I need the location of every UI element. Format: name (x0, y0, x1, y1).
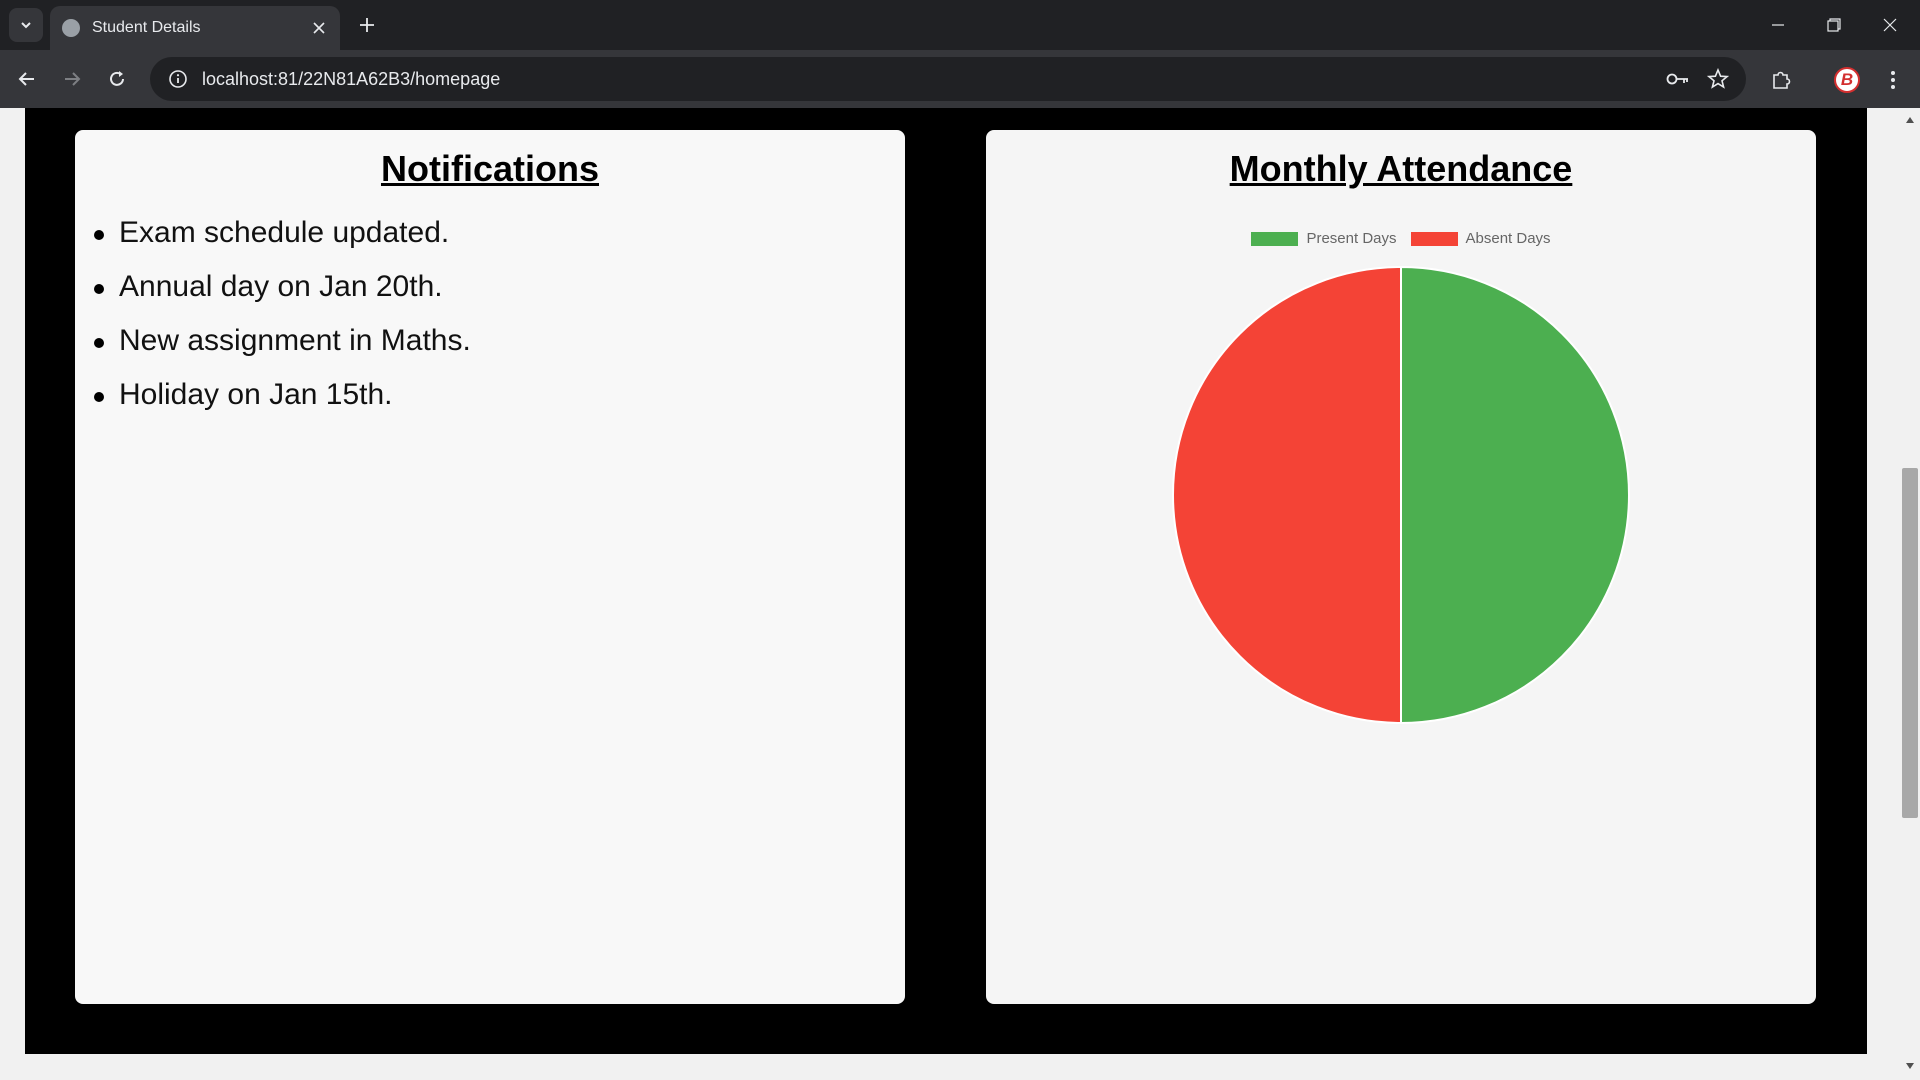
avatar: B (1834, 67, 1860, 93)
notification-item: Holiday on Jan 15th. (94, 378, 905, 412)
back-button[interactable] (10, 62, 44, 96)
scroll-thumb[interactable] (1902, 468, 1918, 818)
notifications-title: Notifications (380, 148, 599, 189)
notification-item: New assignment in Maths. (94, 324, 905, 358)
legend-item-present[interactable]: Present Days (1251, 230, 1397, 247)
forward-button[interactable] (55, 62, 89, 96)
pie-slice-absent-days[interactable] (1172, 265, 1402, 725)
triangle-up-icon (1906, 117, 1914, 123)
extensions-button[interactable] (1763, 62, 1799, 98)
star-icon[interactable] (1698, 59, 1738, 99)
site-info-icon[interactable] (156, 57, 200, 101)
notification-item: Exam schedule updated. (94, 216, 905, 250)
page-viewport: Notifications Exam schedule updated. Ann… (0, 108, 1900, 1080)
minimize-icon (1772, 24, 1784, 26)
menu-button[interactable] (1875, 62, 1911, 98)
scroll-down-button[interactable] (1900, 1056, 1920, 1076)
chevron-down-icon (21, 22, 31, 29)
more-vert-icon (1891, 71, 1895, 89)
chart-legend: Present Days Absent Days (986, 230, 1816, 247)
close-window-button[interactable] (1862, 0, 1918, 50)
restore-icon (1827, 18, 1841, 32)
globe-icon (62, 19, 80, 37)
url-text[interactable]: localhost:81/22N81A62B3/homepage (202, 69, 1658, 90)
legend-label-present: Present Days (1306, 230, 1397, 247)
tab-title: Student Details (92, 19, 201, 36)
puzzle-icon (1773, 71, 1791, 89)
new-tab-button[interactable] (352, 10, 382, 40)
tab-close-button[interactable] (304, 13, 334, 43)
address-bar[interactable]: localhost:81/22N81A62B3/homepage (150, 57, 1746, 101)
scroll-up-button[interactable] (1900, 110, 1920, 130)
notifications-list: Exam schedule updated. Annual day on Jan… (75, 216, 905, 412)
arrow-right-icon (65, 72, 81, 86)
attendance-card: Monthly Attendance Present Days Absent D… (986, 130, 1816, 1004)
restore-button[interactable] (1806, 0, 1862, 50)
active-tab[interactable]: Student Details (50, 6, 340, 50)
attendance-pie-chart (1166, 260, 1636, 730)
tab-strip: Student Details (0, 0, 1920, 50)
minimize-button[interactable] (1750, 0, 1806, 50)
pie-chart-svg (1172, 265, 1630, 725)
pie-slice-present-days[interactable] (1400, 265, 1630, 725)
dashboard-container: Notifications Exam schedule updated. Ann… (25, 108, 1867, 1054)
close-icon (1883, 18, 1897, 32)
profile-avatar[interactable]: B (1829, 62, 1865, 98)
arrow-left-icon (18, 72, 34, 86)
legend-swatch-present (1251, 231, 1299, 246)
reload-button[interactable] (100, 62, 134, 96)
plus-icon (360, 18, 374, 32)
reload-icon (110, 71, 124, 86)
password-key-icon[interactable] (1658, 59, 1698, 99)
legend-swatch-absent (1410, 231, 1458, 246)
attendance-title: Monthly Attendance (1229, 148, 1573, 189)
vertical-scrollbar[interactable] (1900, 108, 1920, 1080)
tab-search-button[interactable] (9, 8, 43, 42)
browser-toolbar: localhost:81/22N81A62B3/homepage B (0, 50, 1920, 108)
notification-item: Annual day on Jan 20th. (94, 270, 905, 304)
triangle-down-icon (1906, 1063, 1914, 1069)
legend-item-absent[interactable]: Absent Days (1410, 230, 1551, 247)
legend-label-absent: Absent Days (1465, 230, 1551, 247)
close-icon (313, 22, 325, 34)
notifications-card: Notifications Exam schedule updated. Ann… (75, 130, 905, 1004)
